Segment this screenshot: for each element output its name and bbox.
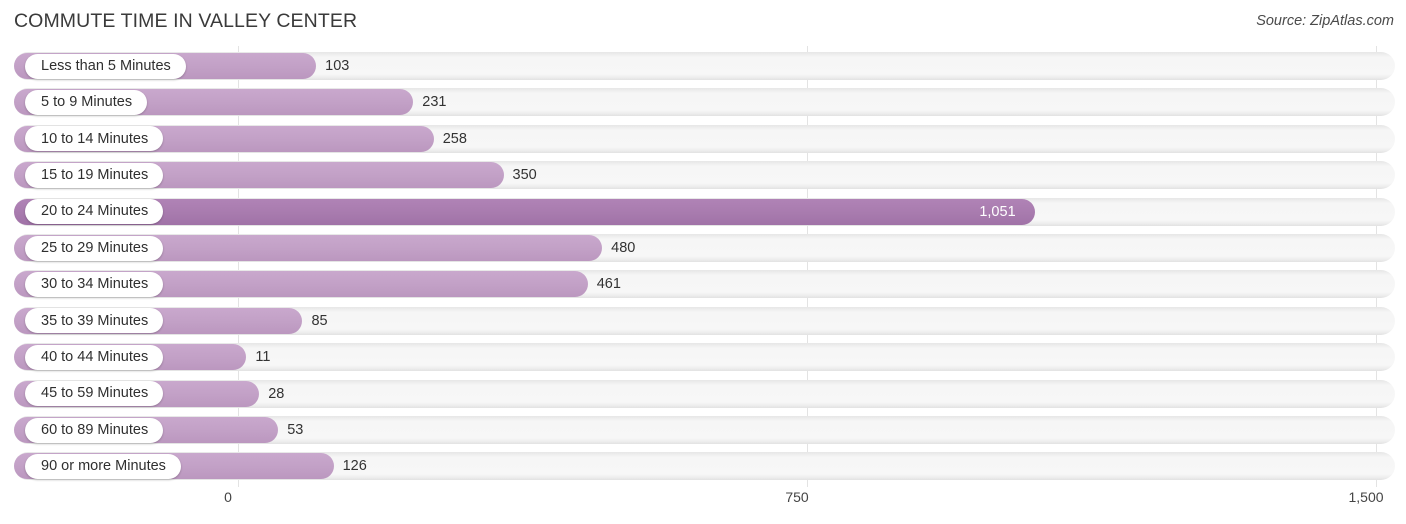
bar-label-pill: 35 to 39 Minutes xyxy=(25,308,164,334)
bar-value-label: 85 xyxy=(311,312,328,329)
chart-header: COMMUTE TIME IN VALLEY CENTER Source: Zi… xyxy=(0,0,1406,46)
bar-category-label: 10 to 14 Minutes xyxy=(41,130,149,147)
bar-category-label: Less than 5 Minutes xyxy=(41,57,171,74)
bar-label-pill: 90 or more Minutes xyxy=(25,453,181,479)
bar-value-label: 28 xyxy=(268,385,285,402)
bar-category-label: 30 to 34 Minutes xyxy=(41,276,149,293)
bar-row[interactable]: 15 to 19 Minutes 350 xyxy=(14,161,1395,190)
bar-label-pill: 10 to 14 Minutes xyxy=(25,126,164,152)
bar-row[interactable]: 30 to 34 Minutes 461 xyxy=(14,270,1395,299)
bar-category-label: 25 to 29 Minutes xyxy=(41,239,149,256)
bar-row[interactable]: 35 to 39 Minutes 85 xyxy=(14,306,1395,335)
bar-row[interactable]: 45 to 59 Minutes 28 xyxy=(14,379,1395,408)
bar-value-label: 461 xyxy=(596,276,621,293)
page-title: COMMUTE TIME IN VALLEY CENTER xyxy=(14,10,358,32)
x-axis-tick-label: 0 xyxy=(224,489,232,505)
bar-row[interactable]: 60 to 89 Minutes 53 xyxy=(14,416,1395,444)
chart-plot-area: Less than 5 Minutes 103 5 to 9 Minutes 231 1… xyxy=(0,46,1406,487)
bar-row[interactable]: 5 to 9 Minutes 231 xyxy=(14,88,1395,117)
source-attribution: Source: ZipAtlas.com xyxy=(1256,13,1394,29)
bar-label-pill: 60 to 89 Minutes xyxy=(25,417,164,443)
bar-category-label: 35 to 39 Minutes xyxy=(41,312,149,329)
bar-row[interactable]: Less than 5 Minutes 103 xyxy=(14,52,1395,80)
bar-label-pill: 30 to 34 Minutes xyxy=(25,271,164,297)
bar-value-label: 231 xyxy=(422,94,447,111)
x-axis-tick-label: 750 xyxy=(785,489,809,505)
bar-row[interactable]: 10 to 14 Minutes 258 xyxy=(14,124,1395,153)
x-axis-tick-label: 1,500 xyxy=(1348,489,1384,505)
bar-label-pill: 25 to 29 Minutes xyxy=(25,235,164,261)
bar-label-pill: Less than 5 Minutes xyxy=(25,53,186,79)
bar-value-label: 103 xyxy=(325,58,350,74)
bar-label-pill: 45 to 59 Minutes xyxy=(25,381,164,407)
bar-value-label: 480 xyxy=(611,240,636,256)
bar-category-label: 20 to 24 Minutes xyxy=(41,203,149,220)
x-axis: 0 750 1,500 xyxy=(0,486,1406,524)
bar-value-label: 126 xyxy=(342,458,367,475)
bar-value-label: 1,051 xyxy=(979,203,1016,220)
bar-category-label: 5 to 9 Minutes xyxy=(41,94,133,111)
bar-value-label: 11 xyxy=(255,349,271,366)
bar-label-pill: 5 to 9 Minutes xyxy=(25,89,148,115)
bar-value-label: 258 xyxy=(442,130,467,147)
bar-row[interactable]: 20 to 24 Minutes 1,051 xyxy=(14,197,1395,226)
bar-category-label: 15 to 19 Minutes xyxy=(41,166,149,183)
bar-value-label: 53 xyxy=(287,422,304,438)
bar-label-pill: 15 to 19 Minutes xyxy=(25,162,164,188)
bar-label-pill: 40 to 44 Minutes xyxy=(25,344,164,370)
bar-category-label: 45 to 59 Minutes xyxy=(41,385,149,402)
bar-row[interactable]: 40 to 44 Minutes 11 xyxy=(14,343,1395,372)
bar-row[interactable]: 90 or more Minutes 126 xyxy=(14,452,1395,481)
bar-category-label: 60 to 89 Minutes xyxy=(41,421,149,438)
bar-category-label: 90 or more Minutes xyxy=(41,458,166,475)
bar-row[interactable]: 25 to 29 Minutes 480 xyxy=(14,234,1395,262)
bar-fill[interactable] xyxy=(14,198,1036,225)
bar-category-label: 40 to 44 Minutes xyxy=(41,348,149,365)
bar-value-label: 350 xyxy=(512,167,537,184)
bar-label-pill: 20 to 24 Minutes xyxy=(25,199,164,225)
